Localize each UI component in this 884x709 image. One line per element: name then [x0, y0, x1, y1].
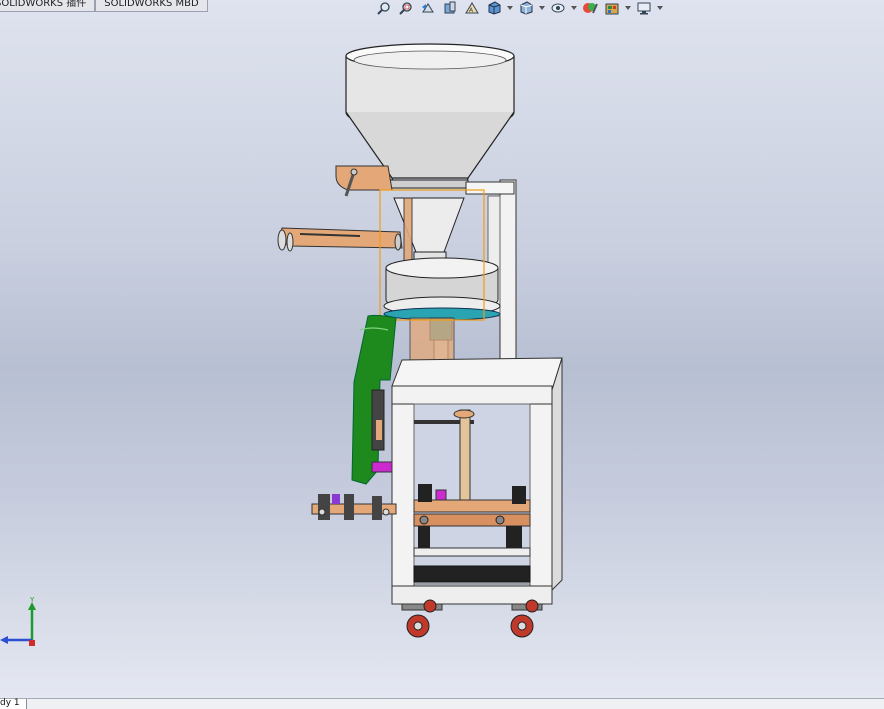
bottom-tab-bar: dy 1 [0, 698, 884, 709]
graphics-area-model[interactable] [0, 0, 884, 700]
side-arm[interactable] [277, 227, 403, 252]
machine-frame[interactable] [391, 357, 563, 605]
top-bracket[interactable] [335, 165, 393, 197]
triad-y-label: Y [29, 596, 35, 604]
caster-wheels[interactable] [401, 599, 543, 638]
reference-triad: Y [0, 596, 36, 646]
tab-model[interactable]: dy 1 [0, 699, 27, 709]
measuring-funnel[interactable] [383, 197, 501, 378]
